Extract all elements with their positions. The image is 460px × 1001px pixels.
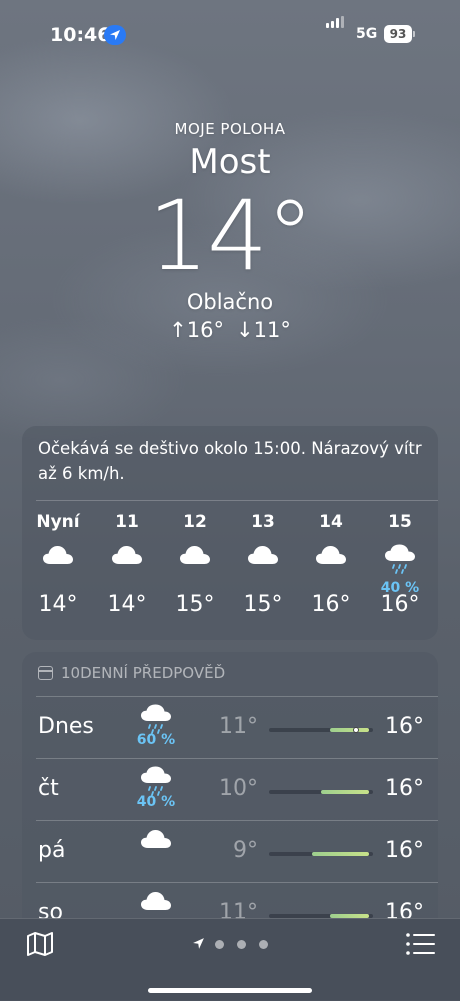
high-temp: 16° [385, 714, 424, 739]
hour-temp: 15° [175, 592, 215, 617]
temp-range-bar [269, 727, 373, 733]
cloud-icon [233, 536, 293, 578]
hourly-item: 11 14° [97, 512, 157, 617]
daily-row[interactable]: pá 9° 16° [22, 820, 438, 882]
hour-label: Nyní [36, 512, 80, 532]
calendar-icon [38, 666, 53, 680]
cloud-icon [28, 536, 88, 578]
low-temp: 11° [219, 714, 258, 739]
daily-forecast-title: 10DENNÍ PŘEDPOVĚĎ [61, 664, 226, 682]
hourly-item: 15 40 % 16° [370, 512, 430, 617]
high-temp: 16° [385, 838, 424, 863]
hourly-forecast-card[interactable]: Očekává se deštivo okolo 15:00. Nárazový… [22, 426, 438, 640]
divider [36, 820, 438, 821]
list-icon[interactable] [406, 933, 436, 955]
day-name: Dnes [38, 714, 94, 739]
cloud-icon [97, 536, 157, 578]
low-temp: 9° [233, 838, 258, 863]
hour-label: 15 [388, 512, 412, 532]
daily-row[interactable]: čt 40 % 10° 16° [22, 758, 438, 820]
precip-chance: 40 % [380, 580, 420, 596]
divider [36, 500, 438, 501]
low-temp: ↓11° [236, 318, 291, 342]
hour-temp: 14° [38, 592, 78, 617]
hour-label: 11 [115, 512, 139, 532]
cloud-rain-icon: 60 % [130, 704, 182, 748]
divider [36, 758, 438, 759]
hour-label: 13 [251, 512, 275, 532]
current-temp-marker [352, 727, 359, 733]
precip-chance: 40 % [136, 794, 176, 810]
hour-temp: 14° [107, 592, 147, 617]
hour-temp: 15° [243, 592, 283, 617]
status-bar: 10:46 5G 93 [0, 16, 460, 48]
hourly-item: 14 16° [301, 512, 361, 617]
temp-range-fill [321, 790, 369, 794]
hour-label: 12 [183, 512, 207, 532]
day-name: pá [38, 838, 66, 863]
city-name: Most [189, 142, 271, 182]
cloud-icon [130, 828, 182, 850]
temp-range-bar [269, 852, 373, 856]
hour-label: 14 [319, 512, 343, 532]
high-temp: ↑16° [169, 318, 224, 342]
location-arrow-icon [193, 938, 204, 949]
high-low: ↑16° ↓11° [0, 318, 460, 342]
cloud-icon [165, 536, 225, 578]
status-time: 10:46 [50, 24, 111, 46]
daily-forecast-header: 10DENNÍ PŘEDPOVĚĎ [38, 664, 225, 682]
home-indicator[interactable] [148, 988, 312, 993]
divider [36, 696, 438, 697]
page-dot[interactable] [259, 940, 268, 949]
network-type: 5G [356, 26, 378, 42]
temp-range-fill [312, 852, 369, 856]
cloud-rain-icon: 40 % [370, 536, 430, 596]
high-temp: 16° [385, 776, 424, 801]
cloud-rain-icon: 40 % [130, 766, 182, 810]
hourly-item: Nyní 14° [28, 512, 88, 617]
condition-text: Oblačno [186, 290, 274, 314]
location-label: MOJE POLOHA [174, 120, 286, 138]
divider [36, 882, 438, 883]
daily-forecast-card[interactable]: 10DENNÍ PŘEDPOVĚĎ Dnes 60 % 11° 16° čt 40 % 10… [22, 652, 438, 942]
temp-range-bar [269, 790, 373, 794]
battery-icon: 93 [384, 25, 412, 43]
temp-range-fill [329, 728, 369, 732]
page-dot[interactable] [237, 940, 246, 949]
cloud-icon [130, 890, 182, 912]
precip-chance: 60 % [136, 732, 176, 748]
battery-tip [413, 31, 415, 37]
hourly-item: 13 15° [233, 512, 293, 617]
forecast-summary: Očekává se deštivo okolo 15:00. Nárazový… [38, 439, 422, 483]
day-name: čt [38, 776, 59, 801]
map-icon[interactable] [26, 931, 54, 957]
hour-temp: 16° [311, 592, 351, 617]
hourly-item: 12 15° [165, 512, 225, 617]
location-services-icon [104, 25, 126, 45]
daily-row[interactable]: Dnes 60 % 11° 16° [22, 696, 438, 758]
low-temp: 10° [219, 776, 258, 801]
current-temperature: 14° [147, 180, 314, 292]
page-dot[interactable] [215, 940, 224, 949]
cloud-icon [301, 536, 361, 578]
